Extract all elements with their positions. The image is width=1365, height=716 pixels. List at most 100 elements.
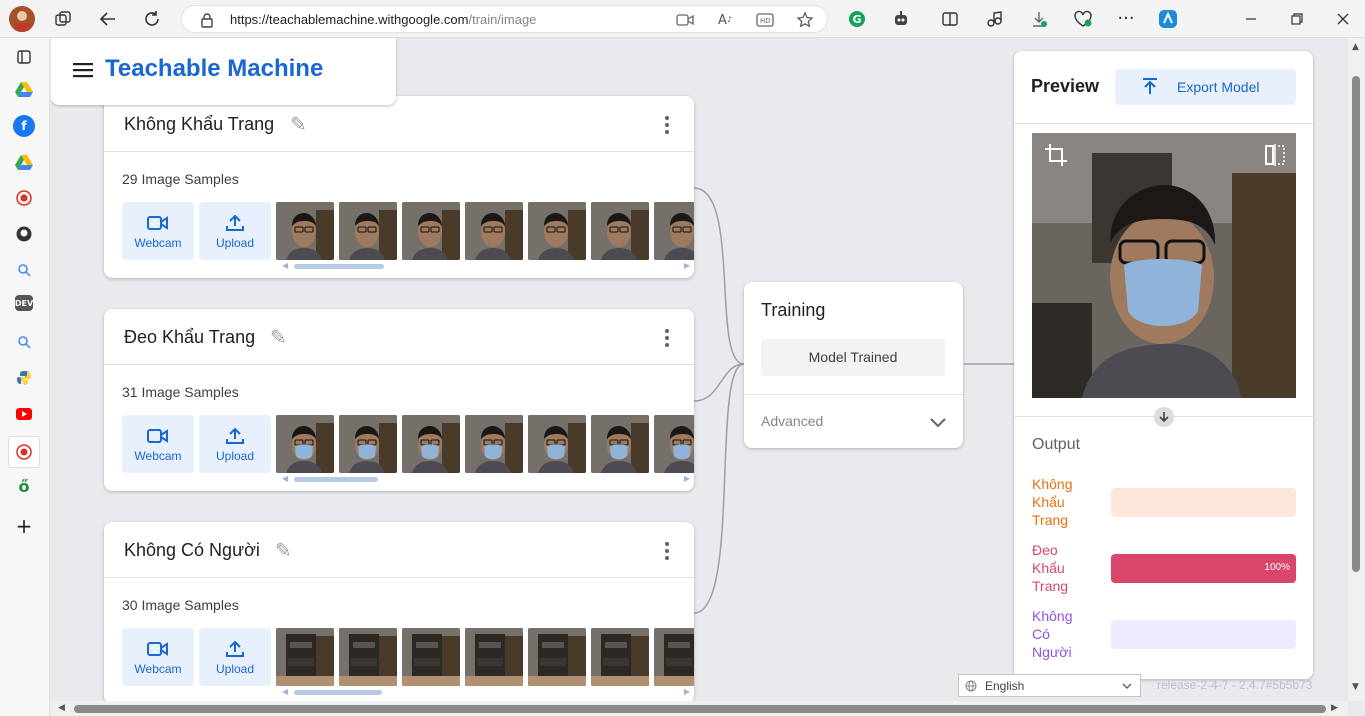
webcam-button[interactable]: Webcam [122, 202, 194, 260]
camera-icon[interactable] [672, 7, 698, 33]
training-panel: Training Model Trained Advanced [744, 282, 963, 448]
sample-thumbnail[interactable] [339, 415, 397, 473]
facebook-icon[interactable]: f [13, 115, 35, 137]
horizontal-scrollbar[interactable]: ◀ ▶ [51, 701, 1348, 716]
sample-thumbnail[interactable] [339, 628, 397, 686]
class-menu-icon[interactable] [664, 329, 670, 347]
lock-icon[interactable] [194, 7, 220, 33]
class-name[interactable]: Không Khẩu Trang [124, 114, 274, 135]
sample-thumbnail[interactable] [528, 202, 586, 260]
output-label: Đeo Khẩu Trang [1032, 542, 1069, 594]
class-menu-icon[interactable] [664, 116, 670, 134]
preview-title: Preview [1031, 76, 1100, 96]
sample-thumbnail[interactable] [276, 202, 334, 260]
edit-icon[interactable]: ✎ [290, 112, 307, 136]
app-header: Teachable Machine [51, 38, 396, 105]
thumbnail-scrollbar[interactable]: ◀ ▶ [282, 687, 690, 696]
sample-thumbnail[interactable] [276, 628, 334, 686]
upload-button[interactable]: Upload [199, 202, 271, 260]
teachable-machine-app: Không Khẩu Trang ✎ 29 Image Samples Webc… [51, 38, 1348, 701]
favorite-icon[interactable] [792, 7, 818, 33]
chevron-down-icon[interactable] [929, 414, 947, 433]
sample-thumbnail[interactable] [654, 202, 694, 260]
sample-thumbnail[interactable] [402, 202, 460, 260]
sample-thumbnail[interactable] [591, 202, 649, 260]
green-app-icon[interactable]: ő [13, 475, 35, 497]
record-icon[interactable] [8, 436, 40, 468]
webcam-button[interactable]: Webcam [122, 415, 194, 473]
read-aloud-icon[interactable]: A ♪ [712, 7, 738, 33]
expand-down-icon[interactable] [1154, 407, 1174, 427]
grammarly-icon[interactable]: G [844, 6, 870, 32]
webcam-icon [147, 216, 168, 230]
sample-count: 30 Image Samples [122, 597, 239, 613]
sample-thumbnail[interactable] [654, 628, 694, 686]
python-icon[interactable] [13, 367, 35, 389]
sample-thumbnail[interactable] [339, 202, 397, 260]
record-icon[interactable] [13, 187, 35, 209]
language-select[interactable]: English [958, 674, 1141, 697]
webcam-preview [1032, 133, 1296, 398]
downloads-icon[interactable] [1026, 6, 1052, 32]
add-icon[interactable]: + [13, 514, 35, 538]
upload-button[interactable]: Upload [199, 415, 271, 473]
advanced-toggle[interactable]: Advanced [761, 413, 823, 429]
sample-thumbnail[interactable] [465, 415, 523, 473]
sample-thumbnail[interactable] [528, 415, 586, 473]
more-icon[interactable]: ··· [1113, 6, 1139, 32]
heart-pulse-icon[interactable] [1070, 6, 1096, 32]
close-icon[interactable] [1330, 6, 1356, 32]
search-icon[interactable] [13, 331, 35, 353]
search-icon[interactable] [13, 259, 35, 281]
sample-thumbnail[interactable] [402, 628, 460, 686]
sample-thumbnail[interactable] [528, 628, 586, 686]
thumbnail-scrollbar[interactable]: ◀ ▶ [282, 261, 690, 270]
upload-icon [226, 640, 244, 657]
github-icon[interactable] [13, 223, 35, 245]
dev-icon[interactable]: DEV [15, 295, 33, 311]
export-model-button[interactable]: Export Model [1115, 69, 1296, 105]
sample-thumbnail[interactable] [276, 415, 334, 473]
sample-count: 31 Image Samples [122, 384, 239, 400]
vertical-scrollbar[interactable]: ▲ ▼ [1348, 38, 1365, 701]
drive-icon[interactable] [13, 151, 35, 173]
chevron-down-icon [1122, 683, 1132, 689]
sample-thumbnail[interactable] [591, 628, 649, 686]
music-icon[interactable] [981, 6, 1007, 32]
restore-icon[interactable] [1284, 6, 1310, 32]
sample-thumbnail[interactable] [465, 202, 523, 260]
drive-icon[interactable] [13, 78, 35, 100]
upload-button[interactable]: Upload [199, 628, 271, 686]
browser-toolbar: https://teachablemachine.withgoogle.com/… [0, 0, 1365, 38]
webcam-button[interactable]: Webcam [122, 628, 194, 686]
thumbnail-scrollbar[interactable]: ◀ ▶ [282, 474, 690, 483]
copilot-icon[interactable] [1155, 6, 1181, 32]
sample-thumbnail[interactable] [402, 415, 460, 473]
youtube-icon[interactable] [13, 403, 35, 425]
sample-thumbnail[interactable] [654, 415, 694, 473]
class-card: Không Khẩu Trang ✎ 29 Image Samples Webc… [104, 96, 694, 278]
hd-icon[interactable]: HD [752, 7, 778, 33]
flip-icon[interactable] [1264, 143, 1286, 171]
edit-icon[interactable]: ✎ [275, 538, 292, 562]
class-menu-icon[interactable] [664, 542, 670, 560]
workspaces-icon[interactable] [50, 6, 76, 32]
avatar[interactable] [9, 6, 35, 32]
class-name[interactable]: Đeo Khẩu Trang [124, 327, 255, 348]
menu-icon[interactable] [73, 62, 93, 82]
train-model-button[interactable]: Model Trained [761, 339, 945, 376]
minimize-icon[interactable] [1238, 6, 1264, 32]
app-title[interactable]: Teachable Machine [105, 55, 323, 83]
reload-icon[interactable] [139, 6, 165, 32]
sample-thumbnail[interactable] [465, 628, 523, 686]
address-bar[interactable]: https://teachablemachine.withgoogle.com/… [181, 5, 828, 33]
crop-icon[interactable] [1044, 143, 1068, 171]
extension-icon[interactable] [888, 6, 914, 32]
edit-icon[interactable]: ✎ [270, 325, 287, 349]
tabs-icon[interactable] [13, 46, 35, 68]
class-name[interactable]: Không Có Người [124, 540, 260, 561]
sample-thumbnail[interactable] [591, 415, 649, 473]
split-screen-icon[interactable] [937, 6, 963, 32]
export-icon [1143, 78, 1157, 94]
back-icon[interactable] [95, 6, 121, 32]
